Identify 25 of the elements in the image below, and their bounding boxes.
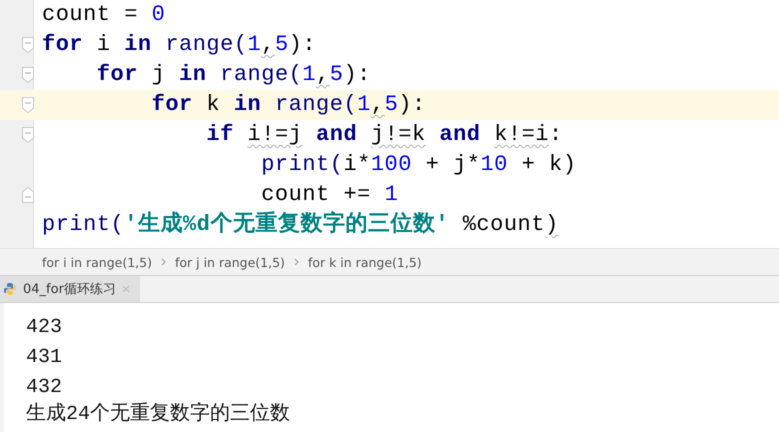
code-line: count = 0 <box>42 1 166 29</box>
fold-icon[interactable] <box>22 127 34 143</box>
code-line: for k in range(1,5): <box>150 91 426 119</box>
close-icon[interactable] <box>122 285 130 293</box>
breadcrumb-item[interactable]: for j in range(1,5) <box>174 254 285 270</box>
code-line: for i in range(1,5): <box>42 31 316 59</box>
breadcrumb-item[interactable]: for k in range(1,5) <box>308 254 422 270</box>
python-icon <box>3 282 17 296</box>
code-line: if i!=j and j!=k and k!=i: <box>205 121 563 149</box>
fold-icon[interactable] <box>22 187 34 203</box>
console-output: 生成24个无重复数字的三位数 <box>26 403 292 428</box>
console-output: 431 <box>26 345 64 371</box>
fold-icon[interactable] <box>22 37 34 53</box>
console-output: 432 <box>26 375 64 401</box>
code-line: print('生成%d个无重复数字的三位数' %count) <box>42 211 559 239</box>
fold-icon[interactable] <box>22 67 34 83</box>
console-output: 423 <box>26 315 64 341</box>
chevron-icon <box>160 258 166 266</box>
run-tab[interactable]: 04_for循环练习 <box>0 276 140 302</box>
code-line: print(i*100 + j*10 + k) <box>260 151 576 179</box>
chevron-icon <box>294 258 299 266</box>
breadcrumb-item[interactable]: for i in range(1,5) <box>42 254 152 270</box>
code-line: count += 1 <box>260 181 398 209</box>
fold-icon[interactable] <box>22 97 34 113</box>
code-line: for j in range(1,5): <box>96 61 371 89</box>
